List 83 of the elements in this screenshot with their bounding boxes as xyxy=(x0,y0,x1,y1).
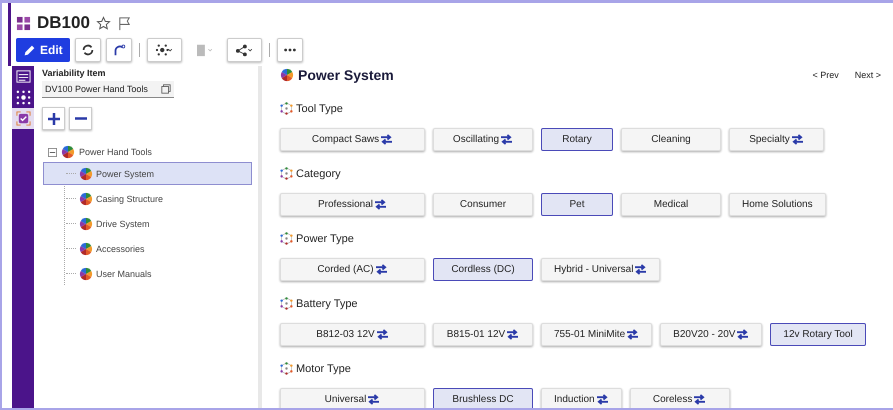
prev-link[interactable]: < Prev xyxy=(812,70,839,80)
tree-item[interactable]: User Manuals xyxy=(43,262,252,285)
node-icon xyxy=(280,362,293,375)
pencil-icon xyxy=(23,44,36,56)
option-button[interactable]: Coreless xyxy=(630,388,730,408)
option-button[interactable]: Professional xyxy=(280,193,425,216)
option-button[interactable]: B812-03 12V xyxy=(280,323,425,346)
group-title: Category xyxy=(296,168,341,180)
tree-item[interactable]: Casing Structure xyxy=(43,187,252,210)
option-button[interactable]: Universal xyxy=(280,388,425,408)
next-link[interactable]: Next > xyxy=(854,70,881,80)
grid-logo-icon xyxy=(16,16,31,30)
redo-icon xyxy=(112,43,126,57)
option-button[interactable]: Induction xyxy=(541,388,622,408)
group-title: Power Type xyxy=(296,232,354,244)
refresh-icon xyxy=(80,43,95,57)
swap-icon xyxy=(374,264,388,275)
swap-icon xyxy=(374,199,388,210)
node-icon xyxy=(280,167,293,180)
option-button[interactable]: B20V20 - 20V xyxy=(660,323,762,346)
add-button[interactable] xyxy=(42,107,65,130)
remove-button[interactable] xyxy=(69,107,92,130)
swap-icon xyxy=(693,394,706,405)
option-button[interactable]: Home Solutions xyxy=(729,193,826,216)
network-menu-button[interactable] xyxy=(146,38,182,62)
pie-icon xyxy=(280,68,294,82)
minus-icon xyxy=(74,117,86,120)
group-title: Battery Type xyxy=(296,298,358,310)
copy-icon[interactable] xyxy=(161,84,171,94)
swap-icon xyxy=(376,329,389,340)
section-title: Power System xyxy=(298,67,394,83)
tree-item[interactable]: Power Hand Tools xyxy=(79,147,152,157)
option-button[interactable]: Corded (AC) xyxy=(280,258,425,281)
refresh-button[interactable] xyxy=(74,38,101,62)
option-button[interactable]: B815-01 12V xyxy=(433,323,533,346)
swap-icon xyxy=(506,329,520,340)
selected-tree-item[interactable]: Power System xyxy=(43,162,252,185)
option-button[interactable]: Rotary xyxy=(541,128,613,151)
edit-button[interactable]: Edit xyxy=(16,38,70,62)
page-title: DB100 xyxy=(37,13,90,33)
more-button[interactable] xyxy=(276,38,303,62)
swap-icon xyxy=(736,329,750,340)
option-button[interactable]: Consumer xyxy=(433,193,533,216)
swap-icon xyxy=(500,134,514,145)
star-icon[interactable] xyxy=(96,16,111,30)
option-button[interactable]: 12v Rotary Tool xyxy=(770,323,866,346)
pie-icon xyxy=(79,192,93,206)
swap-icon xyxy=(596,394,609,405)
flag-icon[interactable] xyxy=(116,16,132,30)
option-button[interactable]: Brushless DC xyxy=(433,388,533,408)
pie-icon xyxy=(61,145,75,159)
option-button[interactable]: Cleaning xyxy=(621,128,721,151)
node-icon xyxy=(280,102,293,115)
group-title: Tool Type xyxy=(296,102,343,114)
option-button[interactable]: Medical xyxy=(621,193,721,216)
node-icon xyxy=(280,297,293,310)
tree-item[interactable]: Accessories xyxy=(43,237,252,260)
option-button[interactable]: Oscillating xyxy=(433,128,533,151)
option-button[interactable]: Pet xyxy=(541,193,613,216)
option-button[interactable]: Hybrid - Universal xyxy=(541,258,660,281)
field-label: Variability Item xyxy=(42,68,107,78)
variability-field[interactable]: DV100 Power Hand Tools xyxy=(42,81,174,98)
swap-icon xyxy=(380,134,394,145)
swap-icon xyxy=(790,134,804,145)
swap-icon xyxy=(367,394,380,405)
pie-icon xyxy=(79,242,93,256)
pie-icon xyxy=(79,266,93,280)
option-button[interactable]: Compact Saws xyxy=(280,128,425,151)
pie-icon xyxy=(79,166,93,180)
option-button[interactable]: Specialty xyxy=(729,128,824,151)
swap-icon xyxy=(634,264,648,275)
swap-icon xyxy=(626,329,640,340)
group-title: Motor Type xyxy=(296,362,351,374)
option-button[interactable]: 755-01 MiniMite xyxy=(541,323,652,346)
option-button[interactable]: Cordless (DC) xyxy=(433,258,533,281)
tree-item[interactable]: Drive System xyxy=(43,212,252,235)
pie-icon xyxy=(79,216,93,230)
redo-button[interactable] xyxy=(106,38,132,62)
collapse-icon[interactable] xyxy=(48,148,57,156)
node-icon xyxy=(280,232,293,245)
plus-icon xyxy=(46,110,62,126)
checklist-icon[interactable] xyxy=(12,108,34,129)
share-menu-button[interactable] xyxy=(226,38,262,62)
